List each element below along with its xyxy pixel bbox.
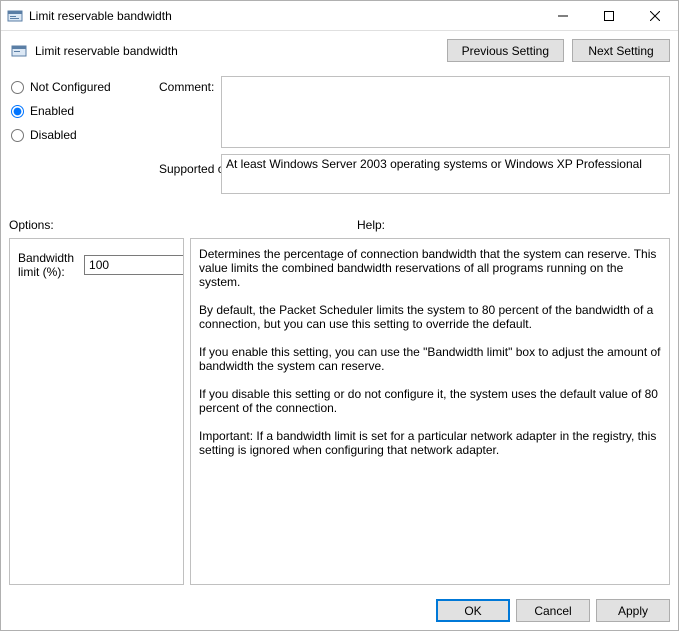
options-panel: Bandwidth limit (%): ▲ ▼ [9,238,184,585]
comment-label: Comment: [159,80,221,94]
supported-on-label: Supported on: [159,162,221,176]
radio-disabled[interactable]: Disabled [9,128,159,142]
policy-name: Limit reservable bandwidth [35,44,178,58]
help-label: Help: [357,218,385,232]
radio-enabled[interactable]: Enabled [9,104,159,118]
help-paragraph: If you enable this setting, you can use … [199,345,661,373]
next-setting-button[interactable]: Next Setting [572,39,670,62]
radio-label: Not Configured [30,80,111,94]
radio-not-configured[interactable]: Not Configured [9,80,159,94]
apply-button[interactable]: Apply [596,599,670,622]
minimize-button[interactable] [540,1,586,31]
bandwidth-limit-input[interactable] [85,256,184,274]
radio-label: Enabled [30,104,74,118]
options-label: Options: [9,218,337,232]
policy-icon [7,8,23,24]
content-area: Limit reservable bandwidth Previous Sett… [1,31,678,591]
maximize-button[interactable] [586,1,632,31]
help-paragraph: If you disable this setting or do not co… [199,387,661,415]
window-title: Limit reservable bandwidth [29,9,172,23]
radio-disabled-input[interactable] [11,129,24,142]
bandwidth-limit-row: Bandwidth limit (%): ▲ ▼ [18,251,175,279]
policy-editor-window: Limit reservable bandwidth Limit reserva… [0,0,679,631]
header-row: Limit reservable bandwidth Previous Sett… [9,39,670,62]
ok-button[interactable]: OK [436,599,510,622]
comment-textarea[interactable] [221,76,670,148]
state-radio-group: Not Configured Enabled Disabled [9,76,159,152]
help-paragraph: Determines the percentage of connection … [199,247,661,289]
panels-row: Bandwidth limit (%): ▲ ▼ Determines the … [9,238,670,585]
radio-label: Disabled [30,128,77,142]
titlebar: Limit reservable bandwidth [1,1,678,31]
field-labels-col: Comment: Supported on: [159,76,221,176]
radio-enabled-input[interactable] [11,105,24,118]
bandwidth-limit-label: Bandwidth limit (%): [18,251,74,279]
section-labels-row: Options: Help: [9,218,670,232]
bandwidth-limit-spinner[interactable]: ▲ ▼ [84,255,184,275]
cancel-button[interactable]: Cancel [516,599,590,622]
previous-setting-button[interactable]: Previous Setting [447,39,564,62]
field-inputs-col [221,76,670,194]
close-button[interactable] [632,1,678,31]
help-panel[interactable]: Determines the percentage of connection … [190,238,670,585]
help-paragraph: Important: If a bandwidth limit is set f… [199,429,661,457]
help-paragraph: By default, the Packet Scheduler limits … [199,303,661,331]
supported-on-text [221,154,670,194]
config-row: Not Configured Enabled Disabled Comment:… [9,76,670,194]
policy-icon [11,43,27,59]
dialog-footer: OK Cancel Apply [1,591,678,630]
radio-not-configured-input[interactable] [11,81,24,94]
